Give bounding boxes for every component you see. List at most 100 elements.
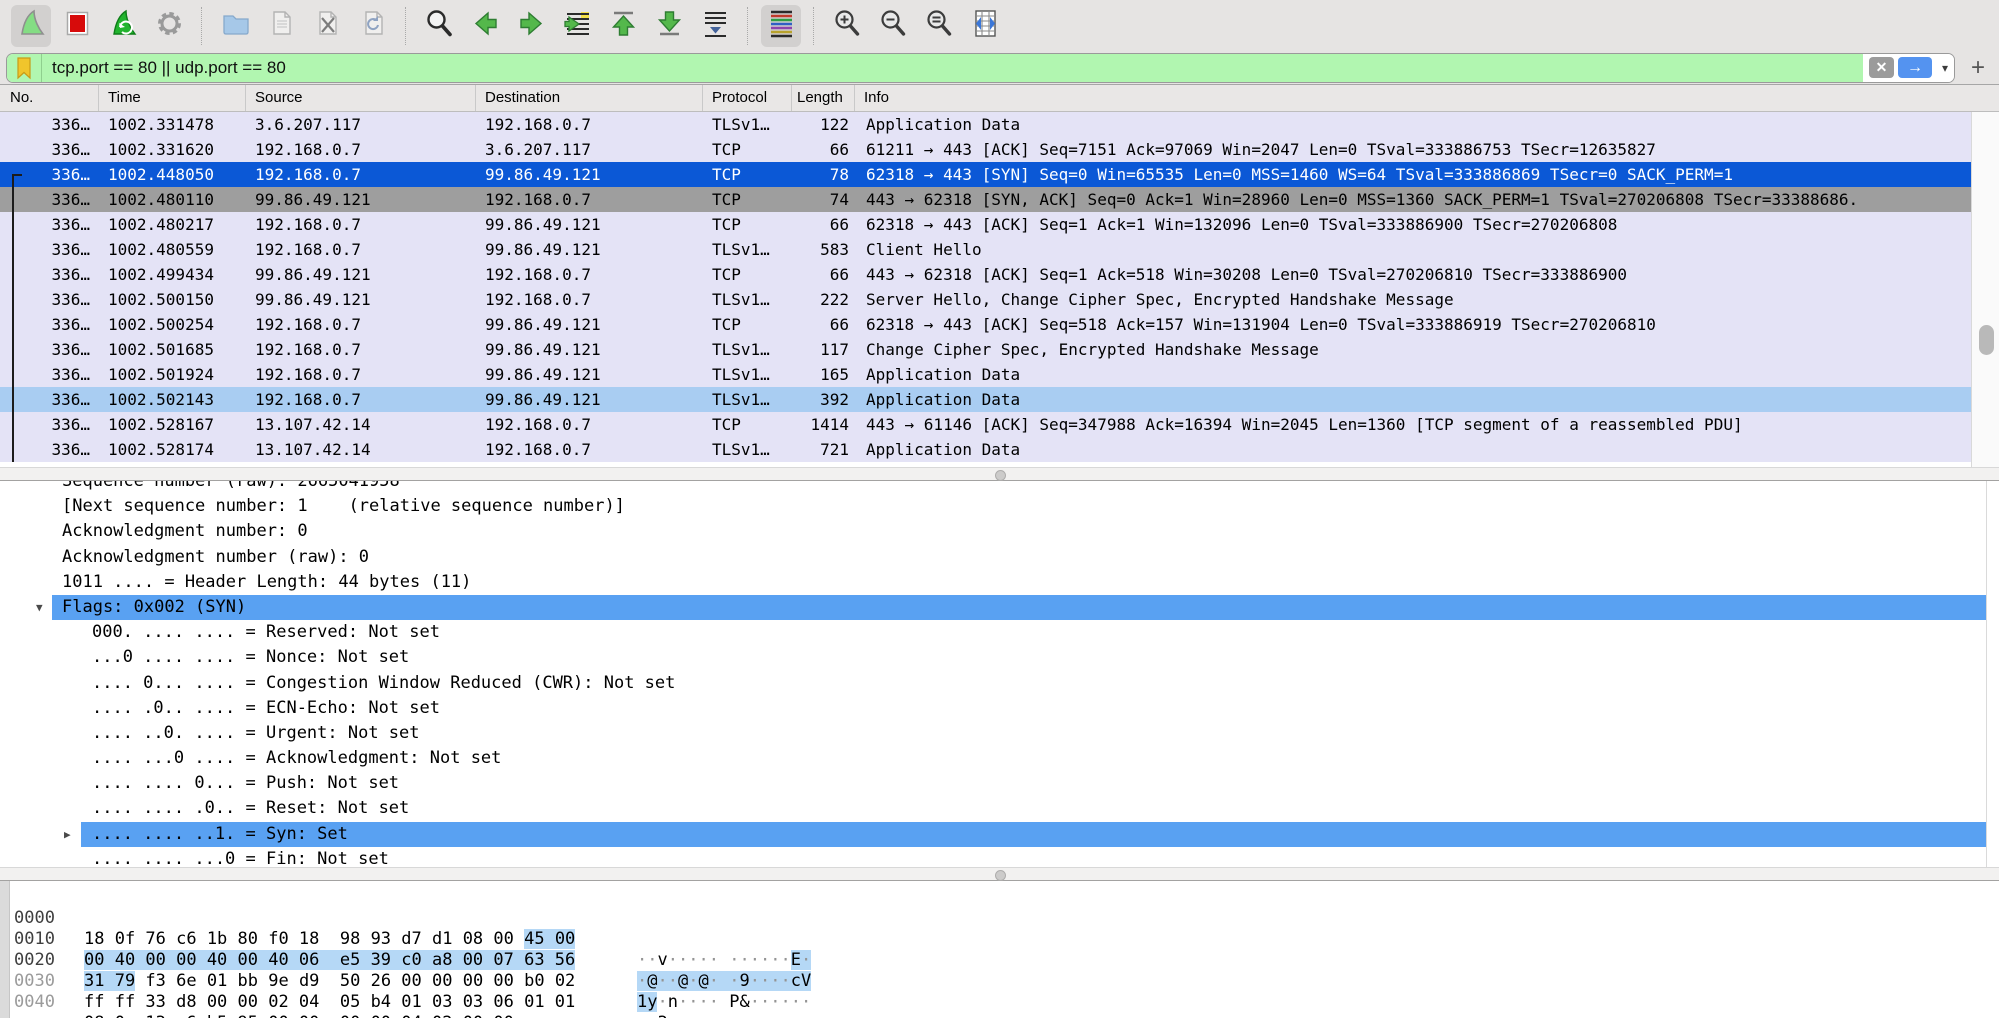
- zoom-out-icon: [877, 7, 910, 45]
- filter-clear-button[interactable]: ✕: [1869, 57, 1894, 78]
- hex-ascii[interactable]: ··3····· ········: [637, 1013, 811, 1018]
- start-capture-button[interactable]: [11, 5, 51, 47]
- stop-capture-button[interactable]: [57, 5, 97, 47]
- scrollbar-thumb[interactable]: [1979, 325, 1994, 355]
- packet-row[interactable]: 336…1002.480217192.168.0.799.86.49.121TC…: [0, 212, 1972, 237]
- colorize-packets-button[interactable]: [761, 5, 801, 47]
- go-first-packet-button[interactable]: [603, 5, 643, 47]
- packet-row[interactable]: 336…1002.501685192.168.0.799.86.49.121TL…: [0, 337, 1972, 362]
- shark-fin-icon: [15, 7, 48, 45]
- filter-bookmark-button[interactable]: [7, 54, 42, 82]
- resize-columns-icon: [969, 7, 1002, 45]
- auto-scroll-button[interactable]: [695, 5, 735, 47]
- close-file-button[interactable]: [307, 5, 347, 47]
- detail-line-syn[interactable]: ▶.... .... ..1. = Syn: Set: [0, 822, 1999, 847]
- packet-list-scrollbar[interactable]: [1971, 112, 1999, 467]
- hex-bytes[interactable]: ff ff 33 d8 00 00 02 04 05 b4 01 03 03 0…: [84, 992, 575, 1013]
- hex-bytes[interactable]: 08 0a 13 e6 b5 95 00 00 00 00 04 02 00 0…: [84, 1013, 514, 1018]
- pane-splitter[interactable]: [0, 467, 1999, 481]
- detail-line[interactable]: .... .... .0.. = Reset: Not set: [0, 796, 1999, 821]
- detail-line[interactable]: Sequence number (raw): 2665041958: [0, 481, 1999, 494]
- detail-line[interactable]: .... ...0 .... = Acknowledgment: Not set: [0, 746, 1999, 771]
- packet-row[interactable]: 336…1002.48011099.86.49.121192.168.0.7TC…: [0, 187, 1972, 212]
- column-header-destination[interactable]: Destination: [476, 85, 703, 111]
- zoom-original-icon: [923, 7, 956, 45]
- go-to-packet-button[interactable]: [557, 5, 597, 47]
- auto-scroll-icon: [699, 7, 732, 45]
- column-header-time[interactable]: Time: [99, 85, 246, 111]
- hex-ascii[interactable]: 1y·n···· P&······: [637, 992, 811, 1013]
- zoom-out-button[interactable]: [873, 5, 913, 47]
- expander-down-icon[interactable]: ▼: [36, 595, 43, 620]
- detail-line-flags[interactable]: ▼Flags: 0x002 (SYN): [0, 595, 1999, 620]
- column-header-protocol[interactable]: Protocol: [703, 85, 792, 111]
- go-last-packet-button[interactable]: [649, 5, 689, 47]
- packet-row[interactable]: 336…1002.502143192.168.0.799.86.49.121TL…: [0, 387, 1972, 412]
- wireshark-window: tcp.port == 80 || udp.port == 80 ✕ → ▾ +…: [0, 0, 1999, 1018]
- column-header-source[interactable]: Source: [246, 85, 476, 111]
- display-filter-field[interactable]: tcp.port == 80 || udp.port == 80 ✕ → ▾: [6, 53, 1955, 83]
- filter-apply-button[interactable]: →: [1898, 57, 1932, 78]
- packet-row[interactable]: 336…1002.52817413.107.42.14192.168.0.7TL…: [0, 437, 1972, 462]
- detail-line[interactable]: .... .... 0... = Push: Not set: [0, 771, 1999, 796]
- zoom-in-button[interactable]: [827, 5, 867, 47]
- filter-history-caret-icon[interactable]: ▾: [1942, 61, 1948, 75]
- filter-expression-text[interactable]: tcp.port == 80 || udp.port == 80: [42, 58, 286, 78]
- bookmark-icon: [15, 56, 33, 80]
- find-packet-button[interactable]: [419, 5, 459, 47]
- close-document-icon: [311, 7, 344, 45]
- arrow-up-bar-icon: [607, 7, 640, 45]
- packet-row[interactable]: 336…1002.52816713.107.42.14192.168.0.7TC…: [0, 412, 1972, 437]
- column-header-no[interactable]: No.: [0, 85, 99, 111]
- related-packet-line: [12, 174, 14, 462]
- detail-line[interactable]: Acknowledgment number: 0: [0, 519, 1999, 544]
- open-file-button[interactable]: [215, 5, 255, 47]
- hex-offset: 0040: [14, 992, 55, 1013]
- capture-options-button[interactable]: [149, 5, 189, 47]
- hex-row: 0010 00 40 00 00 40 00 40 06 e5 39 c0 a8…: [0, 908, 1999, 929]
- go-back-button[interactable]: [465, 5, 505, 47]
- hex-row: 0020 31 79 f3 6e 01 bb 9e d9 50 26 00 00…: [0, 929, 1999, 950]
- colorize-icon: [765, 7, 798, 45]
- filter-input-area[interactable]: tcp.port == 80 || udp.port == 80: [7, 54, 1863, 82]
- detail-line[interactable]: [Next sequence number: 1 (relative seque…: [0, 494, 1999, 519]
- restart-capture-button[interactable]: [103, 5, 143, 47]
- detail-line[interactable]: Acknowledgment number (raw): 0: [0, 545, 1999, 570]
- zoom-original-button[interactable]: [919, 5, 959, 47]
- pane-splitter[interactable]: [0, 867, 1999, 881]
- toolbar-separator: [813, 7, 815, 45]
- reload-file-button[interactable]: [353, 5, 393, 47]
- arrow-left-icon: [469, 7, 502, 45]
- packet-row[interactable]: 336…1002.500254192.168.0.799.86.49.121TC…: [0, 312, 1972, 337]
- packet-row[interactable]: 336…1002.480559192.168.0.799.86.49.121TL…: [0, 237, 1972, 262]
- column-header-info[interactable]: Info: [855, 85, 1999, 111]
- toolbar-separator: [747, 7, 749, 45]
- splitter-handle-icon[interactable]: [995, 470, 1006, 481]
- packet-row[interactable]: 336…1002.49943499.86.49.121192.168.0.7TC…: [0, 262, 1972, 287]
- packet-row[interactable]: 336…1002.331620192.168.0.73.6.207.117TCP…: [0, 137, 1972, 162]
- hex-row: 0030 ff ff 33 d8 00 00 02 04 05 b4 01 03…: [0, 950, 1999, 971]
- resize-columns-button[interactable]: [965, 5, 1005, 47]
- packet-row-selected[interactable]: 336…1002.448050192.168.0.799.86.49.121TC…: [0, 162, 1972, 187]
- column-header-length[interactable]: Length: [792, 85, 855, 111]
- detail-line[interactable]: .... .... ...0 = Fin: Not set: [0, 847, 1999, 867]
- detail-line[interactable]: .... 0... .... = Congestion Window Reduc…: [0, 671, 1999, 696]
- packet-row[interactable]: 336…1002.50015099.86.49.121192.168.0.7TL…: [0, 287, 1972, 312]
- detail-line[interactable]: ...0 .... .... = Nonce: Not set: [0, 645, 1999, 670]
- details-scrollbar-track[interactable]: [1986, 481, 1987, 867]
- detail-line[interactable]: 000. .... .... = Reserved: Not set: [0, 620, 1999, 645]
- magnifier-icon: [423, 7, 456, 45]
- save-document-icon: [265, 7, 298, 45]
- packet-row[interactable]: 336…1002.3314783.6.207.117192.168.0.7TLS…: [0, 112, 1972, 137]
- detail-line[interactable]: .... .0.. .... = ECN-Echo: Not set: [0, 696, 1999, 721]
- go-forward-button[interactable]: [511, 5, 551, 47]
- filter-add-button[interactable]: +: [1963, 54, 1993, 82]
- filter-field-buttons: ✕ → ▾: [1863, 54, 1954, 82]
- packet-row[interactable]: 336…1002.501924192.168.0.799.86.49.121TL…: [0, 362, 1972, 387]
- detail-line[interactable]: 1011 .... = Header Length: 44 bytes (11): [0, 570, 1999, 595]
- expander-right-icon[interactable]: ▶: [64, 822, 71, 847]
- splitter-handle-icon[interactable]: [995, 870, 1006, 881]
- detail-line[interactable]: .... ..0. .... = Urgent: Not set: [0, 721, 1999, 746]
- packet-bytes-pane: 0000 18 0f 76 c6 1b 80 f0 18 98 93 d7 d1…: [0, 881, 1999, 1018]
- save-file-button[interactable]: [261, 5, 301, 47]
